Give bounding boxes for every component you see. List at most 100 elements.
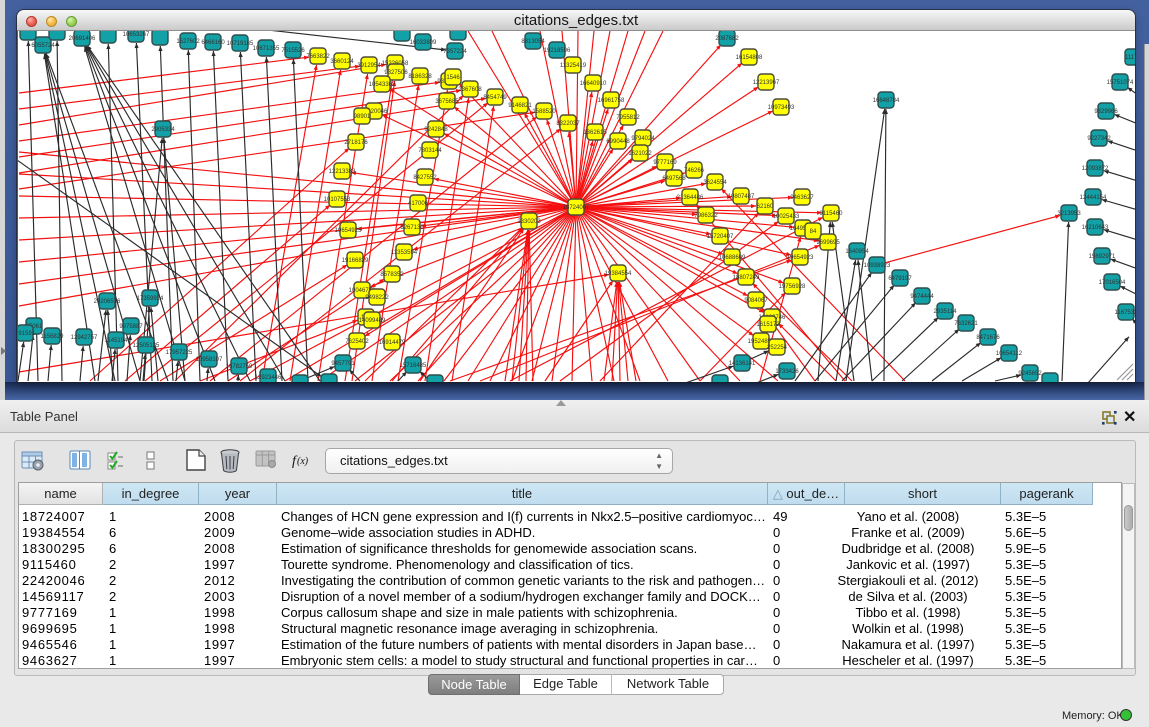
svg-text:11353594: 11353594 (391, 250, 418, 256)
svg-text:7357224: 7357224 (443, 49, 467, 55)
svg-text:3675685: 3675685 (435, 99, 459, 105)
svg-text:6990448: 6990448 (606, 139, 630, 145)
svg-text:21364486: 21364486 (677, 195, 704, 201)
svg-text:391591: 391591 (18, 331, 36, 337)
svg-text:1167533: 1167533 (1115, 310, 1135, 316)
svg-text:10654112: 10654112 (996, 351, 1023, 357)
svg-text:10671355: 10671355 (253, 46, 280, 52)
svg-text:1546: 1546 (446, 75, 460, 81)
svg-text:19654923: 19654923 (787, 255, 814, 261)
svg-text:12923446: 12923446 (255, 375, 282, 381)
svg-text:9474444: 9474444 (910, 294, 934, 300)
svg-text:12213383: 12213383 (329, 169, 356, 175)
svg-text:9084067: 9084067 (744, 298, 768, 304)
svg-text:6466160: 6466160 (201, 40, 225, 46)
svg-text:8813054: 8813054 (521, 39, 545, 45)
svg-text:10958107: 10958107 (196, 357, 223, 363)
svg-text:19654925: 19654925 (335, 228, 362, 234)
svg-text:1362615: 1362615 (583, 130, 607, 136)
svg-text:7515526: 7515526 (281, 48, 305, 54)
svg-text:19166829: 19166829 (342, 258, 369, 264)
svg-text:19756928: 19756928 (779, 284, 806, 290)
svg-text:16640910: 16640910 (580, 81, 607, 87)
svg-text:10719185: 10719185 (227, 41, 254, 47)
svg-text:10688609: 10688609 (719, 255, 746, 261)
svg-text:1156829: 1156829 (41, 334, 65, 340)
svg-text:10973493: 10973493 (768, 105, 795, 111)
svg-text:2087682: 2087682 (715, 36, 739, 42)
svg-text:17957225: 17957225 (166, 350, 193, 356)
svg-text:417006: 417006 (408, 201, 429, 207)
svg-text:9975887: 9975887 (119, 324, 143, 330)
svg-text:18807249: 18807249 (733, 275, 760, 281)
svg-text:1145194: 1145194 (105, 338, 129, 344)
svg-text:7663822: 7663822 (306, 54, 330, 60)
svg-text:9498222: 9498222 (365, 295, 389, 301)
svg-text:2935114: 2935114 (934, 309, 958, 315)
svg-text:9777169: 9777169 (653, 160, 677, 166)
svg-text:1733426: 1733426 (775, 369, 799, 375)
svg-text:16782759: 16782759 (226, 364, 253, 370)
svg-text:15716485: 15716485 (400, 363, 427, 369)
svg-text:6497568: 6497568 (662, 176, 686, 182)
svg-text:9327506: 9327506 (384, 70, 408, 76)
svg-text:252254: 252254 (767, 345, 788, 351)
svg-text:1527602: 1527602 (176, 39, 200, 45)
svg-text:3213953: 3213953 (1057, 211, 1081, 217)
svg-text:15692971: 15692971 (1089, 254, 1116, 260)
svg-text:19218506: 19218506 (544, 48, 571, 54)
svg-text:14136141: 14136141 (729, 361, 756, 367)
svg-text:8578352: 8578352 (380, 272, 404, 278)
svg-text:9115460: 9115460 (820, 211, 844, 217)
svg-text:9146821: 9146821 (508, 103, 532, 109)
svg-text:10025433: 10025433 (773, 214, 800, 220)
svg-text:9242848: 9242848 (424, 127, 448, 133)
svg-text:7986322: 7986322 (694, 213, 718, 219)
svg-text:3660124: 3660124 (330, 59, 354, 65)
svg-text:6479197: 6479197 (888, 276, 912, 282)
svg-text:2330203: 2330203 (517, 219, 541, 225)
svg-text:8427552: 8427552 (413, 175, 437, 181)
svg-text:15751074: 15751074 (1107, 80, 1134, 86)
svg-text:1588520: 1588520 (532, 109, 556, 115)
svg-text:1621022: 1621022 (628, 151, 652, 157)
svg-text:7632621: 7632621 (954, 321, 978, 327)
svg-text:62160: 62160 (757, 204, 774, 210)
svg-text:9699695: 9699695 (816, 240, 840, 246)
svg-text:9794024: 9794024 (631, 136, 655, 142)
svg-text:2905334: 2905334 (151, 127, 175, 133)
svg-text:2718176: 2718176 (344, 140, 368, 146)
svg-text:8322037: 8322037 (556, 121, 580, 127)
svg-text:18724007: 18724007 (563, 205, 590, 211)
svg-text:1615172: 1615172 (756, 322, 780, 328)
svg-text:9457791: 9457791 (331, 361, 355, 367)
svg-text:15720407: 15720407 (707, 234, 734, 240)
svg-text:12942757: 12942757 (71, 335, 98, 341)
svg-text:9329966: 9329966 (1094, 109, 1118, 115)
svg-text:6055724: 6055724 (31, 43, 55, 49)
svg-text:16961758: 16961758 (598, 98, 625, 104)
svg-text:20691406: 20691406 (69, 36, 96, 42)
svg-text:10653267: 10653267 (123, 32, 150, 38)
svg-text:11173: 11173 (1125, 55, 1135, 61)
svg-text:12505135: 12505135 (133, 343, 160, 349)
svg-text:2367608: 2367608 (458, 87, 482, 93)
svg-text:10938923: 10938923 (864, 263, 891, 269)
svg-text:3912954: 3912954 (357, 63, 381, 69)
svg-text:8186328: 8186328 (408, 74, 432, 80)
svg-text:10107553: 10107553 (324, 197, 351, 203)
svg-text:16033809: 16033809 (410, 40, 437, 46)
svg-text:8267130: 8267130 (400, 225, 424, 231)
svg-text:12213967: 12213967 (753, 80, 780, 86)
svg-text:16210643: 16210643 (1082, 225, 1109, 231)
svg-text:9227342: 9227342 (1087, 136, 1111, 142)
svg-text:12444154: 12444154 (1080, 195, 1107, 201)
svg-text:1640954: 1640954 (845, 249, 869, 255)
svg-text:3624554: 3624554 (703, 180, 727, 186)
svg-text:16914479: 16914479 (379, 340, 406, 346)
svg-text:8471676: 8471676 (976, 335, 1000, 341)
svg-text:14099489: 14099489 (359, 318, 386, 324)
svg-text:10807487: 10807487 (728, 194, 755, 200)
svg-text:(x): (x) (297, 456, 309, 467)
svg-text:7625402: 7625402 (345, 339, 369, 345)
